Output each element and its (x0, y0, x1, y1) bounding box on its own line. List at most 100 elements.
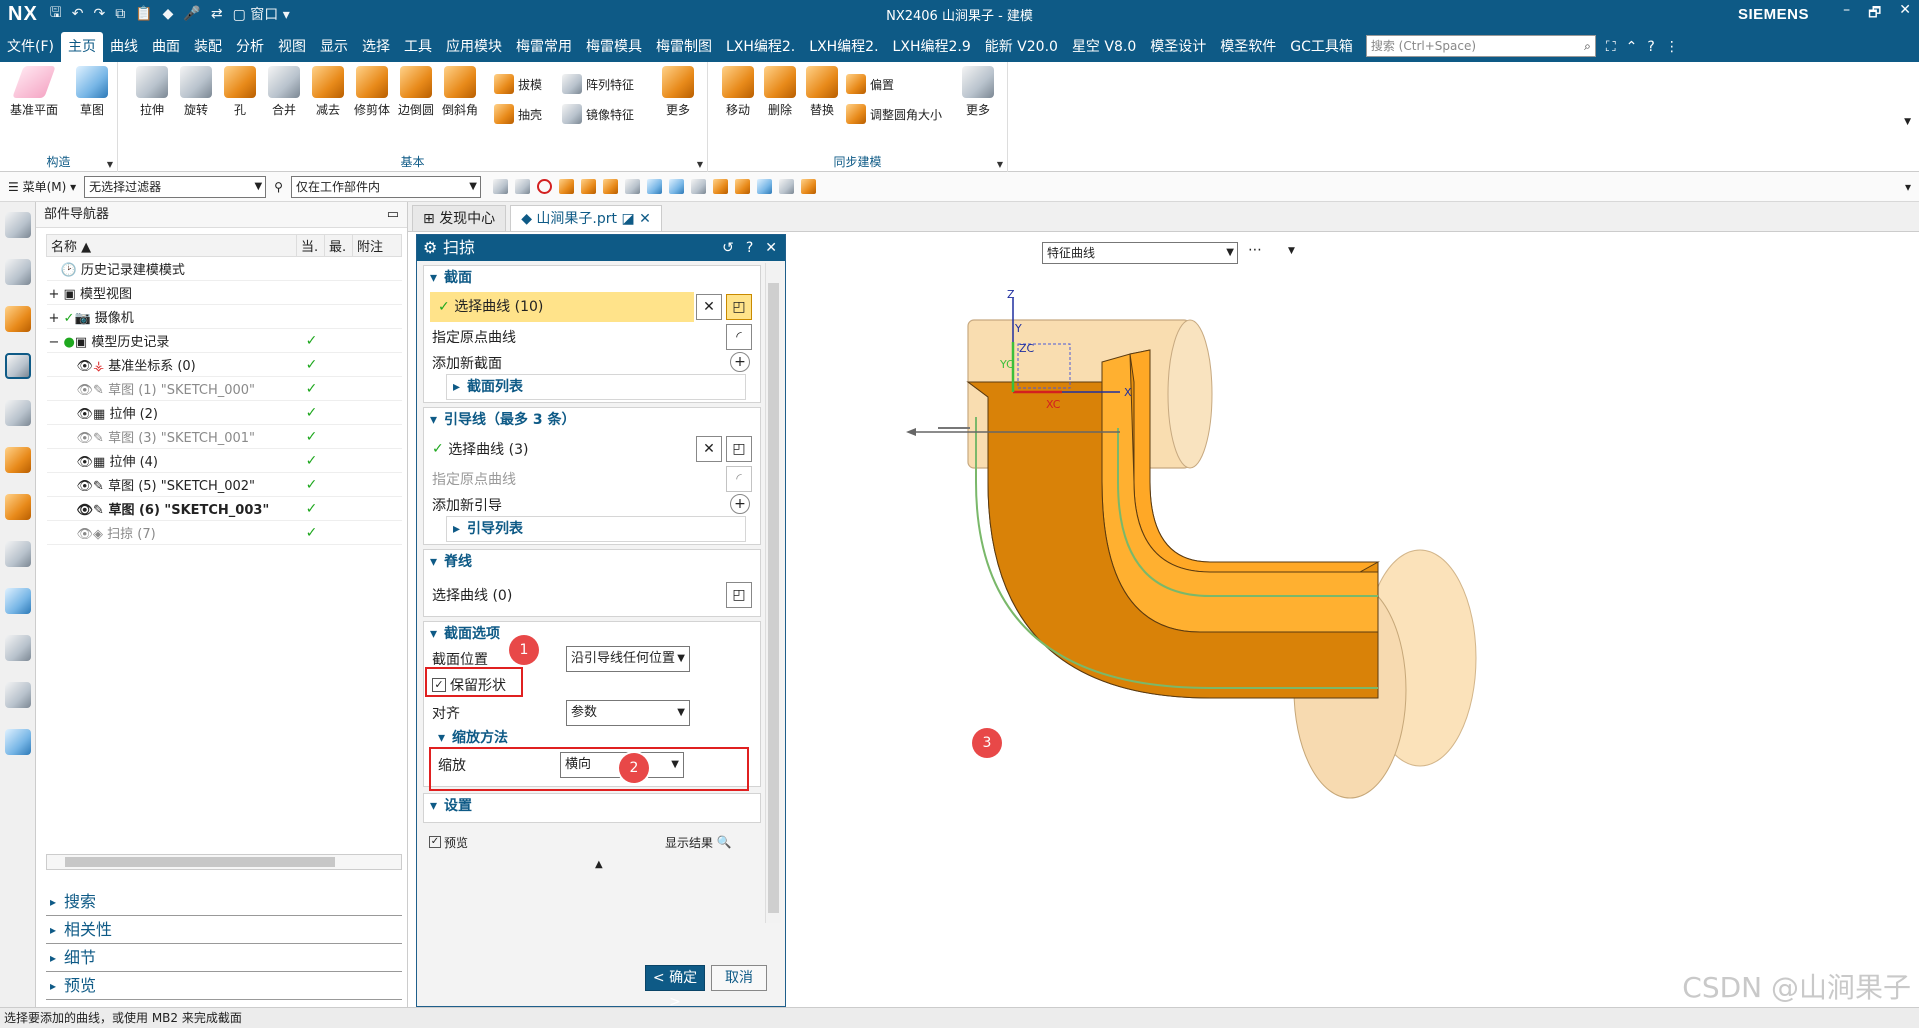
select-edge-icon[interactable] (602, 179, 618, 194)
section-panel-header[interactable]: 截面 (424, 266, 760, 290)
snap-end-icon[interactable] (690, 179, 706, 194)
repeat-icon[interactable]: ⇄ (211, 6, 223, 22)
group-dropdown-icon[interactable]: ▼ (107, 160, 113, 169)
constraint-navigator-icon[interactable] (4, 306, 31, 332)
tools-icon[interactable] (4, 682, 31, 708)
col-name[interactable]: 名称 ▲ (46, 234, 297, 257)
subtract-button[interactable]: 减去 (306, 66, 350, 118)
command-finder-icon[interactable]: ◆ (163, 6, 174, 22)
chamfer-button[interactable]: 倒斜角 (438, 66, 482, 118)
maximize-icon[interactable]: ▭ (387, 202, 399, 228)
eye-icon[interactable]: 👁 (77, 359, 94, 374)
microphone-icon[interactable]: 🎤 (183, 6, 200, 22)
extrude-button[interactable]: 拉伸 (130, 66, 174, 118)
move-face-button[interactable]: 移动 (716, 66, 760, 118)
snap-options-icon[interactable] (756, 179, 772, 194)
table-row[interactable]: 🕑 历史记录建模模式 (46, 256, 402, 281)
select-sketch-icon[interactable] (514, 179, 530, 194)
group-dropdown-icon[interactable]: ▼ (697, 160, 703, 169)
curve-select-icon[interactable]: ◰ (726, 294, 752, 320)
curve-rule-icon[interactable] (646, 179, 662, 194)
menu-select[interactable]: 选择 (355, 32, 397, 62)
ribbon-options-icon[interactable]: ▼ (1904, 117, 1911, 127)
revolve-button[interactable]: 旋转 (174, 66, 218, 118)
section-dependencies[interactable]: 相关性 (46, 916, 402, 944)
guide-list-toggle[interactable]: 引导列表 (446, 516, 746, 542)
settings-header[interactable]: 设置 (424, 794, 760, 818)
restore-button[interactable]: 🗗 (1868, 2, 1881, 26)
show-result-button[interactable]: 显示结果 🔍 (665, 827, 732, 857)
select-body-icon[interactable] (558, 179, 574, 194)
offset-region-button[interactable]: 偏置 (846, 72, 894, 96)
help-icon[interactable]: ? (746, 235, 753, 261)
hole-button[interactable]: 孔 (218, 66, 262, 118)
collapse-ribbon-icon[interactable]: ⌃ (1626, 39, 1638, 55)
col-latest[interactable]: 最. (324, 234, 353, 257)
resize-blend-button[interactable]: 调整圆角大小 (846, 102, 942, 126)
paste-icon[interactable]: 📋 (135, 6, 152, 22)
menu-surface[interactable]: 曲面 (145, 32, 187, 62)
table-row[interactable]: 👁⚶ 基准坐标系 (0) ✓ (46, 352, 402, 377)
redo-icon[interactable]: ↷ (93, 6, 105, 22)
graphics-viewport[interactable]: 特征曲线 ▼ ⋯ ▼ Z Y ZC YC X XC 3 (790, 232, 1919, 1007)
more-icon[interactable]: ⋮ (1665, 39, 1679, 55)
tab-part-file[interactable]: ◆ 山涧果子.prt ◪ ✕ (510, 205, 662, 231)
deselect-x-icon[interactable]: ✕ (696, 294, 722, 320)
eye-hidden-icon[interactable]: 👁 (77, 431, 94, 446)
menu-plugin-2[interactable]: 梅雷模具 (579, 32, 649, 62)
eye-icon[interactable]: 👁 (77, 479, 94, 494)
section-search[interactable]: 搜索 (46, 888, 402, 916)
info-icon[interactable] (4, 541, 31, 567)
snap-mid-icon[interactable] (712, 179, 728, 194)
web-browser-icon[interactable] (4, 494, 31, 520)
scroll-thumb[interactable] (768, 283, 779, 913)
preview-checkbox[interactable]: ✓ 预览 (429, 827, 468, 857)
menu-home[interactable]: 主页 (60, 32, 103, 62)
table-row[interactable]: 👁▦ 拉伸 (2) ✓ (46, 400, 402, 425)
menu-plugin-4[interactable]: LXH编程2. (719, 32, 802, 62)
part-navigator-icon[interactable] (4, 353, 31, 379)
select-feature-icon[interactable] (492, 179, 508, 194)
curve-select-icon[interactable]: ◰ (726, 436, 752, 462)
fullscreen-icon[interactable]: ⛶ (1606, 39, 1616, 55)
mirror-feature-button[interactable]: 镜像特征 (562, 102, 634, 126)
origin-curve-icon[interactable]: ◜ (726, 324, 752, 350)
menu-button[interactable]: ☰ 菜单(M) ▾ (8, 178, 76, 195)
copy-icon[interactable]: ⧉ (115, 6, 125, 22)
menu-analysis[interactable]: 分析 (229, 32, 271, 62)
deselect-x-icon[interactable]: ✕ (696, 436, 722, 462)
section-preview[interactable]: 预览 (46, 972, 402, 1000)
menu-tools[interactable]: 工具 (397, 32, 439, 62)
menu-gc-toolbox[interactable]: GC工具箱 (1283, 32, 1360, 62)
align-select[interactable]: 参数 ▼ (566, 700, 690, 726)
tab-options-icon[interactable]: ◪ (621, 211, 634, 227)
more-sync-button[interactable]: 更多 (956, 66, 1000, 118)
more-basic-button[interactable]: 更多 (656, 66, 700, 118)
replace-face-button[interactable]: 替换 (800, 66, 844, 118)
select-component-icon[interactable] (624, 179, 640, 194)
expand-up-icon[interactable]: ▲ (595, 859, 603, 870)
sketch-button[interactable]: 草图 (70, 66, 114, 118)
menu-plugin-8[interactable]: 星空 V8.0 (1065, 32, 1143, 62)
unite-button[interactable]: 合并 (262, 66, 306, 118)
history-clock-icon[interactable] (4, 635, 31, 661)
scroll-thumb[interactable] (65, 857, 335, 867)
add-section-icon[interactable]: + (730, 352, 750, 372)
curve-select-icon[interactable]: ◰ (726, 582, 752, 608)
menu-plugin-10[interactable]: 模圣软件 (1213, 32, 1283, 62)
expand-icon[interactable]: + (49, 311, 60, 326)
section-list-toggle[interactable]: 截面列表 (446, 374, 746, 400)
close-icon[interactable]: ✕ (765, 235, 777, 261)
menu-display[interactable]: 显示 (313, 32, 355, 62)
eye-icon[interactable]: 👁 (77, 407, 94, 422)
eye-hidden-icon[interactable]: 👁 (77, 527, 94, 542)
filter-icon[interactable]: ⚲ (274, 180, 283, 194)
deselect-icon[interactable] (536, 179, 552, 194)
section-select-curve[interactable]: ✓ 选择曲线 (10) (430, 292, 694, 322)
table-row[interactable]: + ✓📷 摄像机 (46, 304, 402, 329)
datum-plane-button[interactable]: 基准平面 (8, 66, 60, 118)
col-notes[interactable]: 附注 (352, 234, 402, 257)
edge-blend-button[interactable]: 边倒圆 (394, 66, 438, 118)
menu-view[interactable]: 视图 (271, 32, 313, 62)
select-face-icon[interactable] (580, 179, 596, 194)
